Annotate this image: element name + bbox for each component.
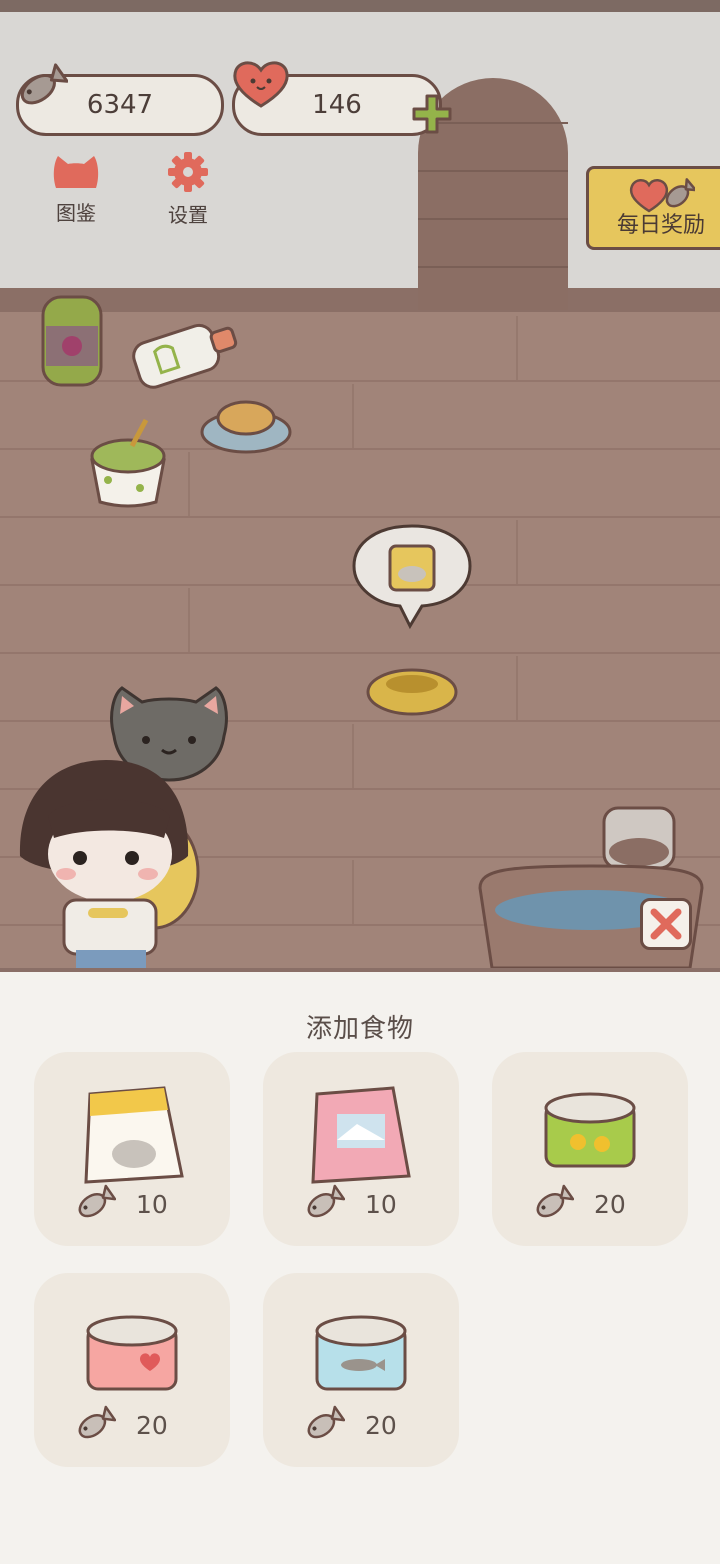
food-card-pink-bag[interactable]: 10 [263, 1052, 459, 1246]
price-value: 10 [136, 1189, 168, 1219]
price-value: 20 [136, 1410, 168, 1440]
back-wall [0, 0, 720, 300]
food-card-yellow-bag[interactable]: 10 [34, 1052, 230, 1246]
matcha-cup-item [90, 418, 166, 508]
girl-character [19, 760, 200, 968]
plus-icon [412, 94, 452, 134]
game-scene: 6347 146 图鉴 设置 每日奖励 [0, 0, 720, 968]
food-request-bubble [352, 524, 472, 630]
panel-title: 添加食物 [305, 1014, 414, 1044]
blue-fish-can-icon [315, 1315, 407, 1391]
pink-food-bag-icon [311, 1086, 411, 1184]
close-icon [650, 908, 682, 940]
price-row: 20 [301, 1403, 397, 1447]
food-card-pink-can[interactable]: 20 [34, 1273, 230, 1467]
add-hearts-button[interactable] [410, 92, 454, 136]
price-row: 10 [72, 1182, 168, 1226]
gear-icon [168, 152, 208, 192]
fish-icon [78, 1405, 116, 1439]
fish-icon [20, 63, 68, 105]
cat-head-icon [53, 156, 99, 188]
price-value: 20 [594, 1189, 626, 1219]
fish-icon [78, 1184, 116, 1218]
settings-button[interactable]: 设置 [156, 150, 220, 228]
heart-fish-icon [629, 178, 695, 213]
fish-icon [307, 1184, 345, 1218]
settings-label: 设置 [168, 203, 208, 227]
catalog-button[interactable]: 图鉴 [44, 152, 108, 226]
food-card-blue-can[interactable]: 20 [263, 1273, 459, 1467]
price-value: 10 [365, 1189, 397, 1219]
yellow-food-bag-icon [84, 1086, 184, 1184]
price-value: 20 [365, 1410, 397, 1440]
food-card-green-can[interactable]: 20 [492, 1052, 688, 1246]
price-row: 20 [530, 1182, 626, 1226]
pink-can-icon [86, 1315, 178, 1391]
bread-bowl-item [200, 400, 292, 454]
heart-icon [233, 61, 289, 108]
green-can-icon [544, 1092, 636, 1168]
price-row: 10 [301, 1182, 397, 1226]
heart-count: 146 [312, 90, 362, 120]
green-jar-item [41, 295, 103, 387]
catalog-label: 图鉴 [56, 201, 96, 225]
wall-top-border [0, 0, 720, 12]
bottle-item [132, 323, 238, 389]
fish-count: 6347 [86, 90, 154, 120]
fish-icon [536, 1184, 574, 1218]
wall-baseboard [0, 288, 720, 312]
price-row: 20 [72, 1403, 168, 1447]
daily-reward-button[interactable]: 每日奖励 [586, 166, 720, 250]
yellow-bowl-item [366, 668, 458, 716]
fish-icon [307, 1405, 345, 1439]
close-panel-button[interactable] [640, 898, 692, 950]
